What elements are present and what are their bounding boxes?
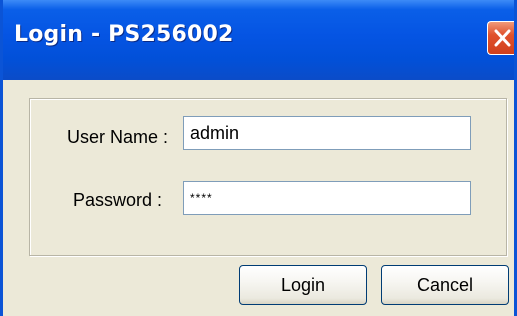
window-title: Login - PS256002: [14, 22, 234, 47]
login-button[interactable]: Login: [239, 265, 367, 305]
username-label: User Name :: [67, 127, 169, 147]
username-field[interactable]: [183, 116, 471, 150]
cancel-button[interactable]: Cancel: [381, 265, 509, 305]
password-field[interactable]: [183, 181, 471, 215]
password-label: Password :: [73, 190, 163, 210]
title-bar[interactable]: Login - PS256002: [3, 0, 514, 80]
close-button[interactable]: [487, 21, 514, 55]
login-dialog: Login - PS256002 User Name : Password : …: [0, 0, 517, 316]
close-icon: [494, 29, 511, 47]
